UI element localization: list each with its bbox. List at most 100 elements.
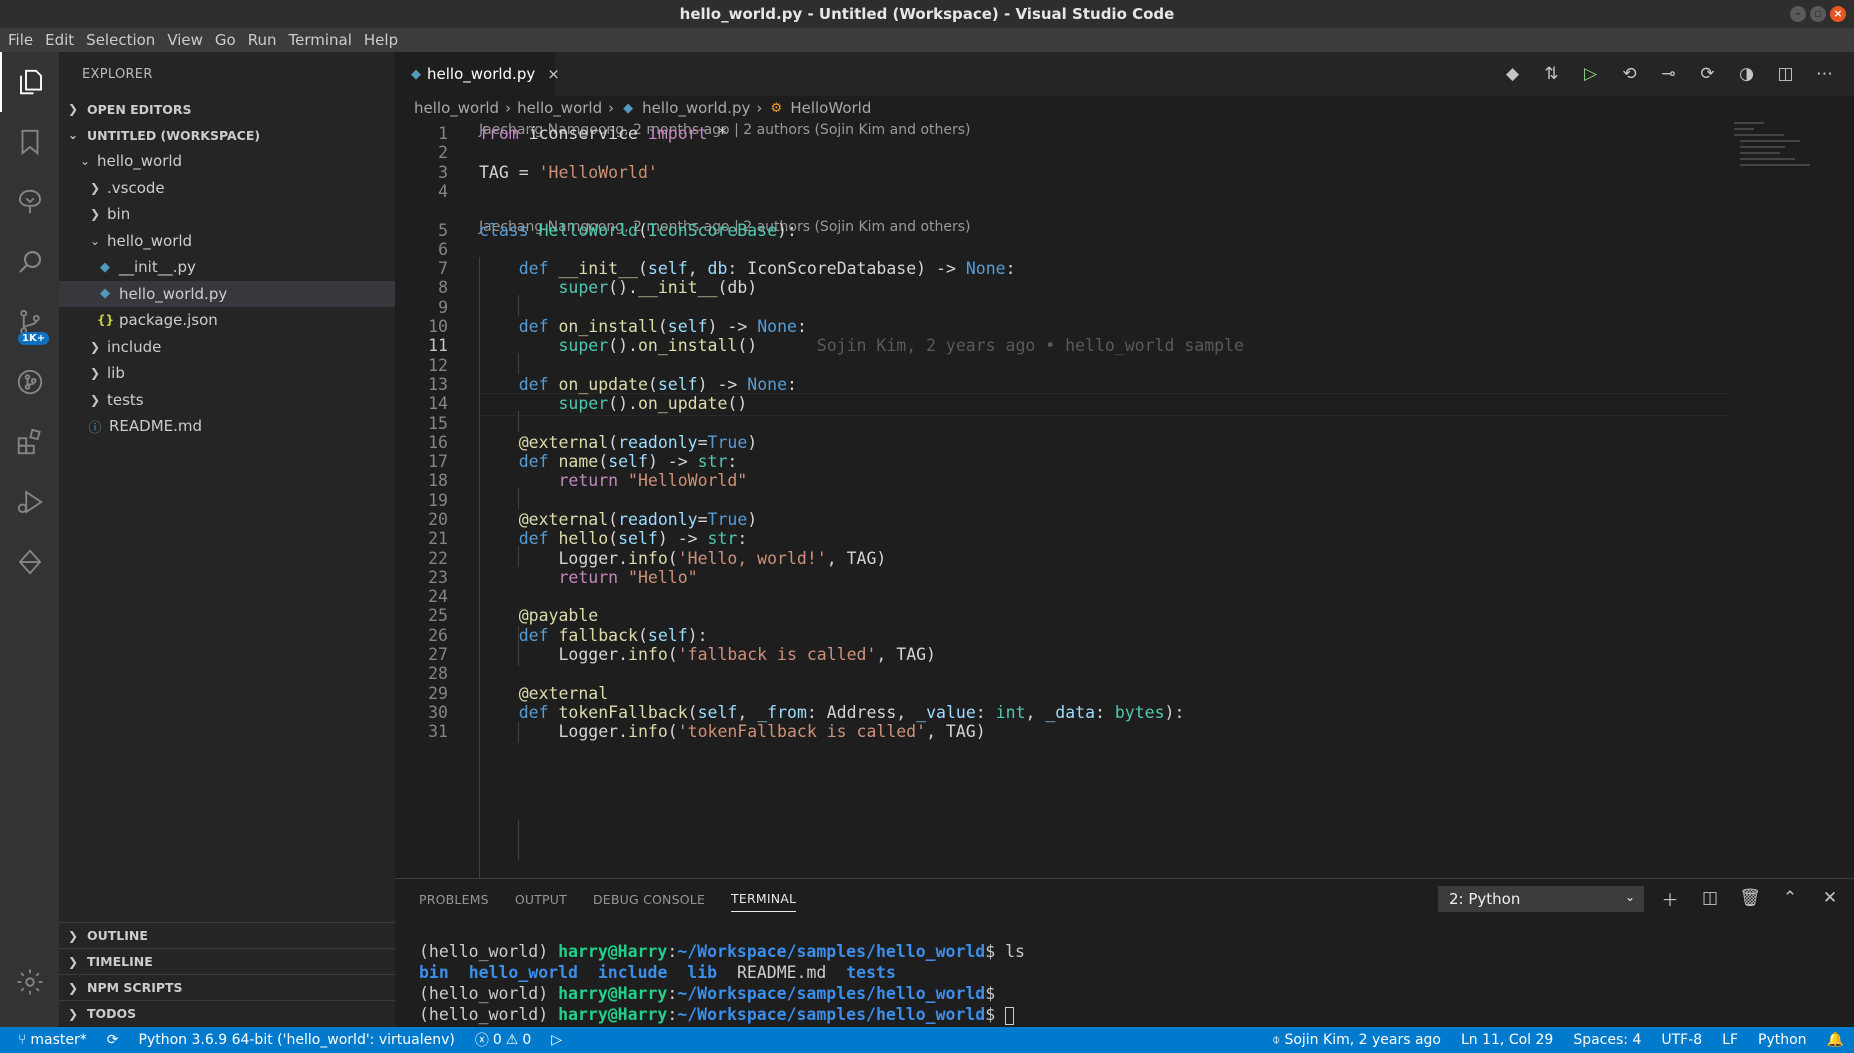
previous-revision-icon[interactable]: ⟲: [1618, 63, 1641, 86]
maximize-button[interactable]: ▫: [1810, 6, 1826, 22]
tree-item-bin[interactable]: ❯ bin: [59, 201, 395, 228]
status-eol[interactable]: LF: [1712, 1032, 1748, 1048]
tab-problems[interactable]: PROBLEMS: [419, 879, 489, 919]
explorer-icon[interactable]: [0, 52, 59, 112]
npm-scripts-section[interactable]: ❯ NPM SCRIPTS: [59, 974, 395, 1000]
line-number: 1: [438, 124, 448, 143]
breadcrumb-item[interactable]: HelloWorld: [790, 99, 871, 117]
timeline-icon[interactable]: ◑: [1735, 63, 1758, 86]
terminal-select-value: 2: Python: [1449, 890, 1521, 908]
line-number: 20: [428, 510, 448, 529]
new-terminal-icon[interactable]: ＋: [1658, 886, 1682, 911]
menu-edit[interactable]: Edit: [39, 31, 80, 49]
source-control-icon[interactable]: 1K+: [0, 292, 59, 352]
next-revision-icon[interactable]: ⟳: [1696, 63, 1719, 86]
tab-hello-world-py[interactable]: ◆ hello_world.py ×: [395, 52, 560, 96]
outline-label: OUTLINE: [87, 928, 148, 943]
sync-icon[interactable]: ⟳: [97, 1032, 129, 1048]
breadcrumb-item[interactable]: hello_world: [414, 99, 499, 117]
close-panel-icon[interactable]: ✕: [1818, 886, 1842, 910]
terminal-output[interactable]: (hello_world) harry@Harry:~/Workspace/sa…: [419, 941, 1025, 1025]
close-tab-icon[interactable]: ×: [547, 65, 560, 83]
tree-item-readme[interactable]: ⓘ README.md: [59, 413, 395, 440]
status-branch[interactable]: ⑂ master*: [0, 1032, 97, 1048]
timeline-section[interactable]: ❯ TIMELINE: [59, 948, 395, 974]
tree-item-package-json[interactable]: {} package.json: [59, 307, 395, 334]
line-number: 23: [428, 568, 448, 587]
breadcrumb-item[interactable]: hello_world.py: [642, 99, 750, 117]
timeline-label: TIMELINE: [87, 954, 153, 969]
panel-tabs: PROBLEMS OUTPUT DEBUG CONSOLE TERMINAL: [395, 879, 822, 919]
tree-item-tests[interactable]: ❯ tests: [59, 387, 395, 414]
run-icon[interactable]: ▷: [541, 1032, 572, 1048]
code-line: super().on_update(): [558, 394, 748, 413]
tree-item-hello-world-root[interactable]: ⌄ hello_world: [59, 148, 395, 175]
code-line: def on_install(self) -> None:: [518, 317, 807, 336]
minimap-line: [1734, 128, 1754, 130]
notifications-icon[interactable]: 🔔: [1817, 1032, 1854, 1048]
chevron-right-icon: ❯: [89, 207, 101, 222]
tree-item-lib[interactable]: ❯ lib: [59, 360, 395, 387]
line-number: 5: [438, 221, 448, 240]
tab-terminal[interactable]: TERMINAL: [731, 886, 797, 912]
class-symbol-icon: ⚙: [770, 100, 783, 116]
maximize-panel-icon[interactable]: ⌃: [1778, 886, 1802, 910]
terminal-select[interactable]: 2: Python ⌄: [1438, 886, 1644, 912]
menu-go[interactable]: Go: [209, 31, 242, 49]
menu-terminal[interactable]: Terminal: [283, 31, 358, 49]
menu-help[interactable]: Help: [358, 31, 404, 49]
commit-icon[interactable]: ⊸: [1657, 63, 1680, 86]
menu-run[interactable]: Run: [242, 31, 283, 49]
open-editors-section[interactable]: ❯ OPEN EDITORS: [59, 96, 395, 122]
tree-item-init-py[interactable]: ◆ __init__.py: [59, 254, 395, 281]
close-window-button[interactable]: ×: [1830, 6, 1846, 22]
git-lens-icon[interactable]: ◆: [1501, 63, 1524, 86]
line-number: 21: [428, 529, 448, 548]
run-debug-icon[interactable]: [0, 472, 59, 532]
menu-file[interactable]: File: [2, 31, 39, 49]
outline-section[interactable]: ❯ OUTLINE: [59, 922, 395, 948]
status-spaces[interactable]: Spaces: 4: [1563, 1032, 1651, 1048]
line-number: 27: [428, 645, 448, 664]
status-blame[interactable]: ⌽ Sojin Kim, 2 years ago: [1262, 1032, 1451, 1048]
status-position[interactable]: Ln 11, Col 29: [1451, 1032, 1563, 1048]
tree-item-include[interactable]: ❯ include: [59, 334, 395, 361]
tab-output[interactable]: OUTPUT: [515, 879, 567, 919]
menu-view[interactable]: View: [161, 31, 209, 49]
open-editors-label: OPEN EDITORS: [87, 101, 192, 117]
code-line: def __init__(self, db: IconScoreDatabase…: [518, 259, 1016, 278]
terminal-user: harry@Harry: [558, 942, 668, 961]
breadcrumb-item[interactable]: hello_world: [517, 99, 602, 117]
extensions-icon[interactable]: [0, 412, 59, 472]
run-file-icon[interactable]: ▷: [1579, 63, 1602, 86]
git-graph-icon[interactable]: [0, 352, 59, 412]
tree-item-vscode[interactable]: ❯ .vscode: [59, 175, 395, 202]
todos-section[interactable]: ❯ TODOS: [59, 1000, 395, 1026]
minimize-button[interactable]: –: [1790, 6, 1806, 22]
tab-debug-console[interactable]: DEBUG CONSOLE: [593, 879, 705, 919]
tree-item-hello-world-pkg[interactable]: ⌄ hello_world: [59, 228, 395, 255]
status-bar: ⑂ master* ⟳ Python 3.6.9 64-bit ('hello_…: [0, 1027, 1854, 1053]
compare-changes-icon[interactable]: ⇅: [1540, 63, 1563, 86]
more-actions-icon[interactable]: ⋯: [1813, 63, 1836, 86]
deploy-icon[interactable]: [0, 532, 59, 592]
gear-icon[interactable]: [0, 952, 59, 1012]
kill-terminal-icon[interactable]: 🗑: [1738, 886, 1762, 910]
status-problems[interactable]: ⓧ 0 ⚠ 0: [465, 1030, 541, 1050]
code-editor[interactable]: Jaechang Namgoong, 2 months ago | 2 auth…: [395, 120, 1854, 878]
source-control-tree-icon[interactable]: [0, 172, 59, 232]
line-number: 24: [428, 587, 448, 606]
status-encoding[interactable]: UTF-8: [1651, 1032, 1712, 1048]
line-number: 19: [428, 491, 448, 510]
minimap[interactable]: [1734, 120, 1854, 180]
bookmarks-icon[interactable]: [0, 112, 59, 172]
split-terminal-icon[interactable]: ◫: [1698, 886, 1722, 910]
ls-entry: lib: [687, 963, 718, 982]
tree-item-hello-world-py[interactable]: ◆ hello_world.py: [59, 280, 395, 307]
split-editor-icon[interactable]: ◫: [1774, 63, 1797, 86]
workspace-section[interactable]: ⌄ UNTITLED (WORKSPACE): [59, 122, 395, 148]
search-icon[interactable]: [0, 232, 59, 292]
status-language[interactable]: Python: [1748, 1032, 1817, 1048]
menu-selection[interactable]: Selection: [80, 31, 161, 49]
status-interpreter[interactable]: Python 3.6.9 64-bit ('hello_world': virt…: [129, 1032, 465, 1048]
